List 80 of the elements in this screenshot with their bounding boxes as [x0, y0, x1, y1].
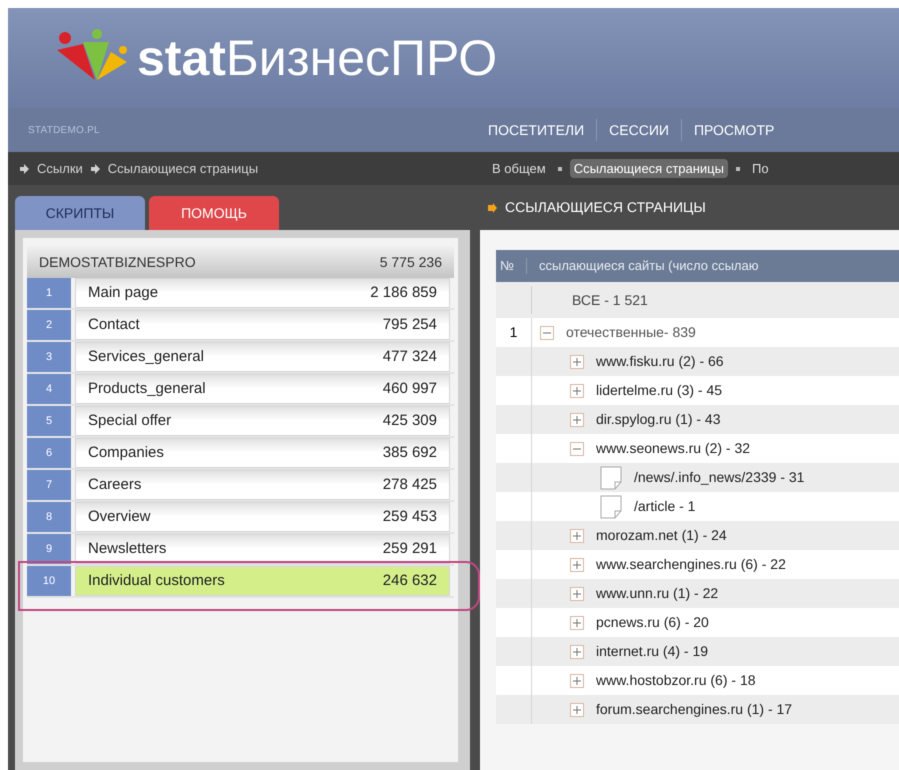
page-link[interactable]: /article - 1: [634, 496, 696, 517]
breadcrumb-link[interactable]: Ссылающиеся страницы: [108, 158, 258, 178]
script-name: Main page: [88, 282, 158, 303]
script-name: Services_general: [88, 346, 204, 367]
script-row[interactable]: Services_general 477 324: [75, 342, 450, 372]
visit-count: 246 632: [382, 570, 437, 591]
script-row[interactable]: Careers 278 425: [75, 470, 450, 500]
expand-icon[interactable]: [570, 354, 584, 368]
page-icon: [600, 494, 622, 518]
site-link[interactable]: отечественные- 839: [566, 322, 696, 343]
arrow-icon: [90, 164, 100, 174]
row-number: 10: [27, 566, 71, 596]
logo-text: statБизнесПРО: [137, 33, 498, 83]
row-number: 2: [27, 310, 71, 340]
visit-count: 259 291: [382, 538, 437, 559]
row-number: 4: [27, 374, 71, 404]
visit-count: 477 324: [382, 346, 437, 367]
nav-link[interactable]: ПРОСМОТР: [694, 120, 774, 140]
script-row[interactable]: Main page 2 186 859: [75, 278, 450, 308]
script-name: Overview: [88, 506, 151, 527]
script-name: Companies: [88, 442, 164, 463]
expand-icon[interactable]: [570, 384, 584, 398]
expand-icon[interactable]: [570, 616, 584, 630]
expand-icon[interactable]: [570, 412, 584, 426]
expand-icon[interactable]: [570, 674, 584, 688]
arrow-icon: [488, 202, 497, 212]
script-row[interactable]: Products_general 460 997: [75, 374, 450, 404]
subnav-link[interactable]: В общем: [488, 158, 550, 178]
visit-count: 2 186 859: [370, 282, 437, 303]
expand-icon[interactable]: [570, 528, 584, 542]
script-row[interactable]: Newsletters 259 291: [75, 534, 450, 564]
row-number: 8: [27, 502, 71, 532]
row-number: 3: [27, 342, 71, 372]
row-number: 7: [27, 470, 71, 500]
script-name: Newsletters: [88, 538, 166, 559]
script-name: Careers: [88, 474, 142, 495]
arrow-icon: [20, 164, 29, 174]
bullet-icon: [558, 166, 562, 170]
total-count: 5 775 236: [380, 252, 442, 272]
site-name: STATDEMO.PL: [27, 124, 101, 138]
nav-link[interactable]: СЕССИИ: [609, 120, 669, 140]
visit-count: 278 425: [382, 474, 437, 495]
table-title: DEMOSTATBIZNESPRO: [39, 252, 196, 272]
section-title: ССЫЛАЮЩИЕСЯ СТРАНИЦЫ: [505, 198, 706, 217]
expand-icon[interactable]: [570, 702, 584, 716]
breadcrumb-link[interactable]: Ссылки: [37, 158, 83, 178]
nav-link[interactable]: ПОСЕТИТЕЛИ: [488, 120, 584, 140]
row-number: 1: [510, 323, 518, 342]
visit-count: 259 453: [382, 506, 437, 527]
column-header: ссылающиеся сайты (число ссылаю: [539, 257, 758, 276]
row-number: 6: [27, 438, 71, 468]
row-number: 1: [27, 278, 71, 308]
script-name: Special offer: [88, 410, 172, 431]
script-row[interactable]: Individual customers 246 632: [75, 566, 450, 596]
column-header: №: [499, 257, 515, 276]
expand-icon[interactable]: [570, 586, 584, 600]
row-number: 5: [27, 406, 71, 436]
visit-count: 795 254: [382, 314, 437, 335]
all-row-label: ВСЕ - 1 521: [571, 290, 648, 310]
expand-icon[interactable]: [570, 644, 584, 658]
subnav-link[interactable]: По: [748, 158, 773, 178]
script-name: Products_general: [88, 378, 206, 399]
tab[interactable]: СКРИПТЫ: [15, 196, 145, 230]
script-row[interactable]: Overview 259 453: [75, 502, 450, 532]
subnav-link[interactable]: Ссылающиеся страницы: [570, 158, 728, 178]
page-icon: [600, 466, 622, 490]
visit-count: 425 309: [382, 410, 437, 431]
script-name: Individual customers: [88, 570, 225, 591]
collapse-icon[interactable]: [540, 326, 554, 340]
visit-count: 460 997: [382, 378, 437, 399]
visit-count: 385 692: [382, 442, 437, 463]
bullet-icon: [736, 166, 740, 170]
script-row[interactable]: Contact 795 254: [75, 310, 450, 340]
collapse-icon[interactable]: [570, 442, 584, 456]
script-name: Contact: [88, 314, 140, 335]
tab[interactable]: ПОМОЩЬ: [149, 196, 279, 230]
row-number: 9: [27, 534, 71, 564]
script-row[interactable]: Companies 385 692: [75, 438, 450, 468]
expand-icon[interactable]: [570, 558, 584, 572]
script-row[interactable]: Special offer 425 309: [75, 406, 450, 436]
